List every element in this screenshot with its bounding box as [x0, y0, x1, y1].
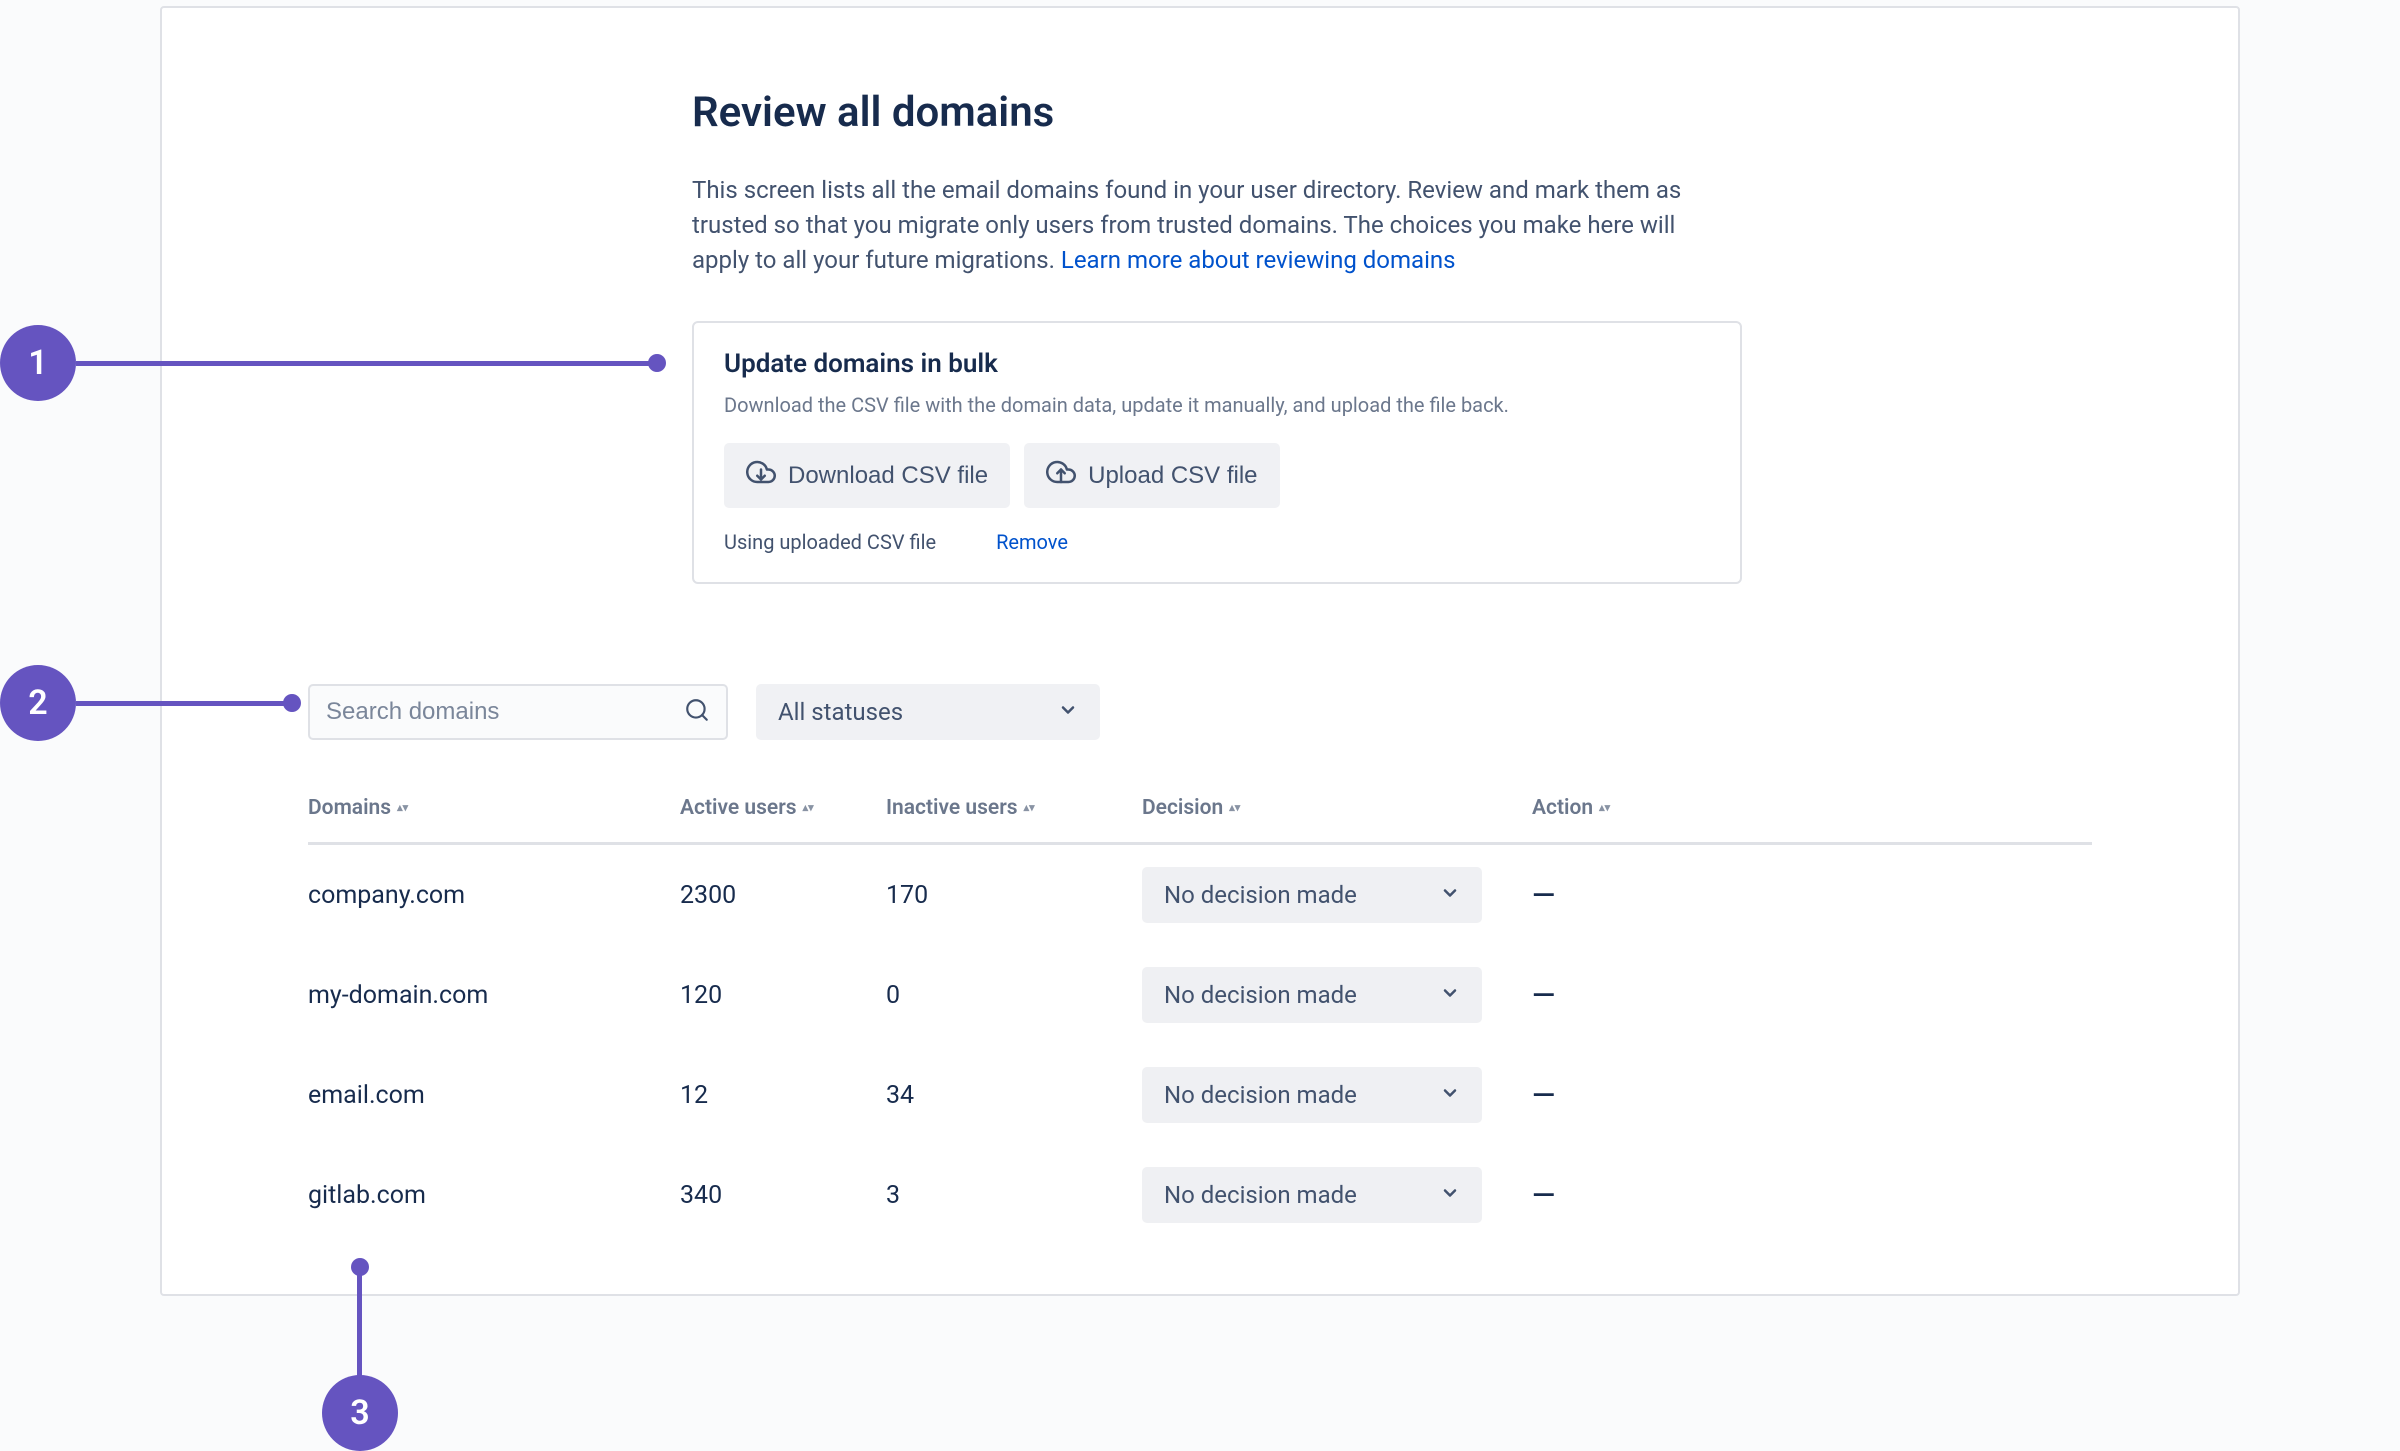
cell-decision: No decision made [1142, 967, 1532, 1023]
decision-select[interactable]: No decision made [1142, 1167, 1482, 1223]
page-description: This screen lists all the email domains … [692, 173, 1732, 277]
annotation-badge-1: 1 [0, 325, 76, 401]
col-header-action[interactable]: Action ▴▾ [1532, 796, 1732, 820]
cell-domain: company.com [308, 881, 680, 910]
cell-active-users: 120 [680, 981, 886, 1010]
table-row: email.com 12 34 No decision made — [308, 1045, 2092, 1145]
decision-select-label: No decision made [1164, 1181, 1357, 1209]
status-filter-label: All statuses [778, 698, 903, 726]
cell-action: — [1532, 1078, 1732, 1113]
cell-inactive-users: 170 [886, 881, 1142, 910]
search-domains-box[interactable] [308, 684, 728, 740]
download-csv-label: Download CSV file [788, 462, 988, 490]
cell-decision: No decision made [1142, 1167, 1532, 1223]
decision-select-label: No decision made [1164, 1081, 1357, 1109]
chevron-down-icon [1440, 1181, 1460, 1209]
domains-table: Domains ▴▾ Active users ▴▾ Inactive user… [308, 796, 2092, 1245]
annotation-connector-2 [76, 701, 286, 706]
col-header-active-label: Active users [680, 796, 797, 820]
annotation-connector-3 [357, 1272, 362, 1377]
bulk-description: Download the CSV file with the domain da… [724, 393, 1710, 417]
table-body: company.com 2300 170 No decision made — … [308, 845, 2092, 1245]
cell-inactive-users: 0 [886, 981, 1142, 1010]
cell-action: — [1532, 878, 1732, 913]
cell-decision: No decision made [1142, 867, 1532, 923]
page-title: Review all domains [692, 88, 2238, 137]
cell-active-users: 2300 [680, 881, 886, 910]
cell-domain: email.com [308, 1081, 680, 1110]
annotation-badge-3: 3 [322, 1375, 398, 1451]
decision-select[interactable]: No decision made [1142, 867, 1482, 923]
upload-csv-button[interactable]: Upload CSV file [1024, 443, 1279, 508]
annotation-dot-3 [351, 1258, 369, 1276]
table-row: my-domain.com 120 0 No decision made — [308, 945, 2092, 1045]
annotation-connector-1 [76, 361, 651, 366]
table-header-row: Domains ▴▾ Active users ▴▾ Inactive user… [308, 796, 2092, 845]
decision-select[interactable]: No decision made [1142, 1067, 1482, 1123]
cloud-download-icon [746, 457, 776, 494]
col-header-domains-label: Domains [308, 796, 391, 820]
cell-active-users: 12 [680, 1081, 886, 1110]
upload-csv-label: Upload CSV file [1088, 462, 1257, 490]
chevron-down-icon [1058, 698, 1078, 726]
status-filter-select[interactable]: All statuses [756, 684, 1100, 740]
cell-action: — [1532, 978, 1732, 1013]
table-row: company.com 2300 170 No decision made — [308, 845, 2092, 945]
bulk-title: Update domains in bulk [724, 349, 1710, 379]
search-domains-input[interactable] [326, 698, 684, 726]
annotation-badge-2: 2 [0, 665, 76, 741]
col-header-decision-label: Decision [1142, 796, 1223, 820]
decision-select-label: No decision made [1164, 881, 1357, 909]
download-csv-button[interactable]: Download CSV file [724, 443, 1010, 508]
cell-decision: No decision made [1142, 1067, 1532, 1123]
cell-inactive-users: 34 [886, 1081, 1142, 1110]
col-header-inactive-users[interactable]: Inactive users ▴▾ [886, 796, 1142, 820]
table-row: gitlab.com 340 3 No decision made — [308, 1145, 2092, 1245]
filter-row: All statuses [308, 684, 2238, 740]
annotation-dot-1 [648, 354, 666, 372]
bulk-status-text: Using uploaded CSV file [724, 530, 936, 554]
annotation-dot-2 [283, 694, 301, 712]
col-header-action-label: Action [1532, 796, 1593, 820]
cell-action: — [1532, 1178, 1732, 1213]
chevron-down-icon [1440, 981, 1460, 1009]
col-header-domains[interactable]: Domains ▴▾ [308, 796, 680, 820]
decision-select-label: No decision made [1164, 981, 1357, 1009]
col-header-inactive-label: Inactive users [886, 796, 1018, 820]
chevron-down-icon [1440, 881, 1460, 909]
cell-domain: my-domain.com [308, 981, 680, 1010]
decision-select[interactable]: No decision made [1142, 967, 1482, 1023]
cell-inactive-users: 3 [886, 1181, 1142, 1210]
chevron-down-icon [1440, 1081, 1460, 1109]
cloud-upload-icon [1046, 457, 1076, 494]
search-icon [684, 697, 710, 727]
learn-more-link[interactable]: Learn more about reviewing domains [1061, 246, 1456, 274]
cell-domain: gitlab.com [308, 1181, 680, 1210]
col-header-active-users[interactable]: Active users ▴▾ [680, 796, 886, 820]
bulk-update-panel: Update domains in bulk Download the CSV … [692, 321, 1742, 584]
cell-active-users: 340 [680, 1181, 886, 1210]
main-panel: Review all domains This screen lists all… [160, 6, 2240, 1296]
col-header-decision[interactable]: Decision ▴▾ [1142, 796, 1532, 820]
remove-csv-link[interactable]: Remove [996, 530, 1068, 554]
bulk-status-row: Using uploaded CSV file Remove [724, 530, 1710, 554]
